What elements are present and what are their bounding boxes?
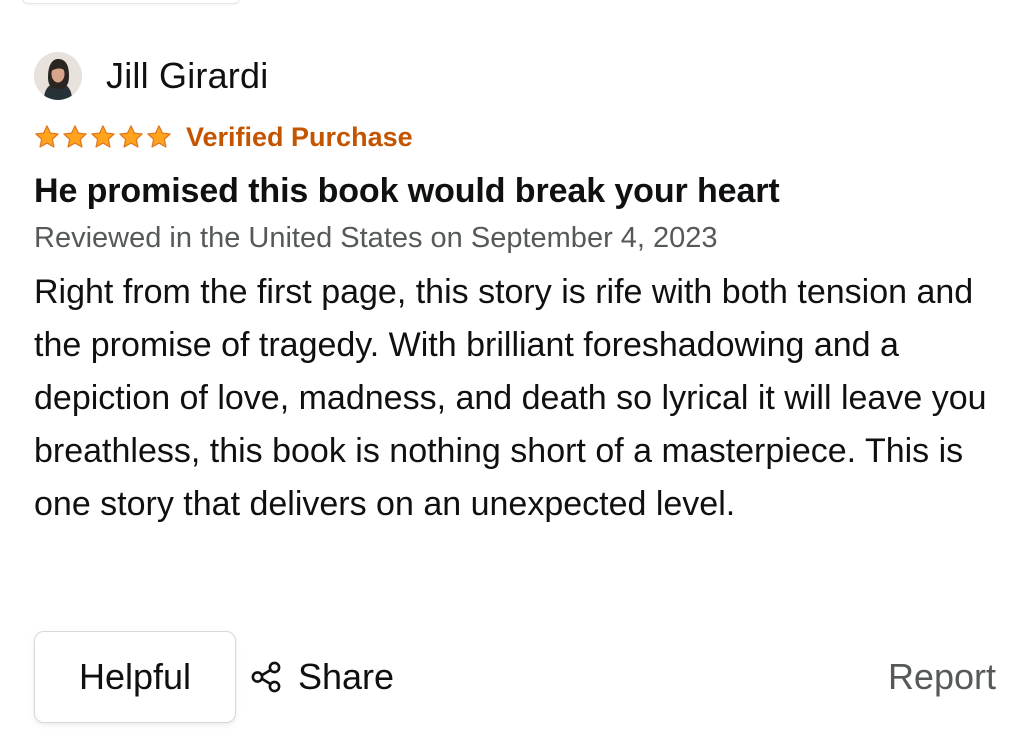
reviewer-profile[interactable]: Jill Girardi — [34, 44, 1004, 108]
share-icon — [251, 661, 281, 693]
report-link[interactable]: Report — [888, 656, 996, 698]
avatar-image — [34, 52, 82, 100]
helpful-button[interactable]: Helpful — [34, 631, 236, 723]
verified-purchase-badge[interactable]: Verified Purchase — [186, 120, 413, 154]
review-title: He promised this book would break your h… — [34, 172, 780, 210]
review-actions: Helpful Share Report — [34, 630, 996, 724]
share-label[interactable]: Share — [298, 656, 394, 698]
previous-card-edge — [22, 0, 240, 4]
star-icon — [63, 125, 87, 148]
review-card: Jill Girardi Verified Purchase He promis… — [34, 44, 1004, 531]
review-date: Reviewed in the United States on Septemb… — [34, 222, 718, 254]
star-icon — [147, 125, 171, 148]
reviewer-name[interactable]: Jill Girardi — [106, 56, 268, 96]
star-icon — [35, 125, 59, 148]
star-icon — [119, 125, 143, 148]
avatar[interactable] — [34, 52, 82, 100]
star-rating[interactable] — [34, 124, 174, 150]
review-body: Right from the first page, this story is… — [34, 273, 987, 523]
star-icon — [91, 125, 115, 148]
rating-row: Verified Purchase — [34, 120, 1004, 154]
share-button[interactable]: Share — [248, 656, 394, 698]
